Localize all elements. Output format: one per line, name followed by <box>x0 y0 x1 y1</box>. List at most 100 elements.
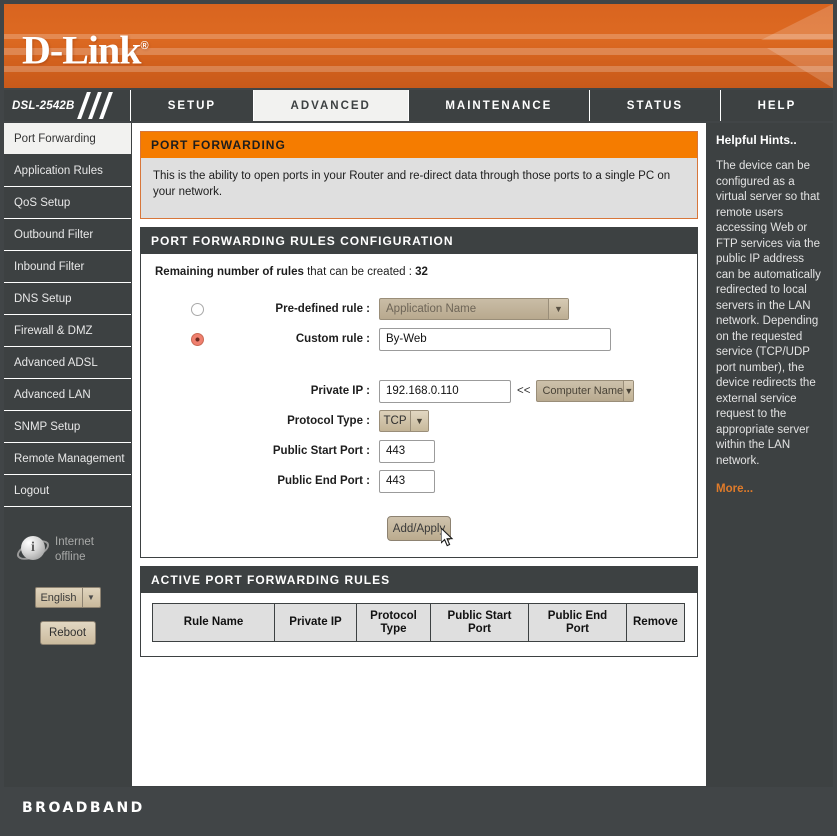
config-form: Remaining number of rules that can be cr… <box>141 254 697 557</box>
column-header-protocol-type: Protocol Type <box>356 603 431 642</box>
predefined-radio-cell <box>155 302 239 316</box>
sidebar-item-inbound-filter[interactable]: Inbound Filter <box>4 251 131 283</box>
banner-fan-graphic <box>633 4 833 88</box>
public-start-port-input[interactable]: 443 <box>379 439 435 463</box>
tab-status[interactable]: STATUS <box>590 90 721 121</box>
sidebar-item-label: Application Rules <box>14 164 103 177</box>
add-apply-button[interactable]: Add/Apply <box>387 516 451 541</box>
add-apply-button-label: Add/Apply <box>392 522 446 535</box>
banner-fan-lower <box>713 48 833 88</box>
active-rules-panel: ACTIVE PORT FORWARDING RULES Rule Name P… <box>140 566 698 657</box>
protocol-type-label: Protocol Type : <box>287 415 370 427</box>
sidebar-item-snmp-setup[interactable]: SNMP Setup <box>4 411 131 443</box>
ip-separator: << <box>517 385 531 397</box>
sidebar-item-label: DNS Setup <box>14 292 72 305</box>
sidebar-item-port-forwarding[interactable]: Port Forwarding <box>4 123 131 155</box>
table-header-row: Rule Name Private IP Protocol Type Publi… <box>152 603 685 642</box>
tab-status-label: STATUS <box>626 99 684 112</box>
tab-maintenance[interactable]: MAINTENANCE <box>408 90 591 121</box>
sidebar-item-advanced-lan[interactable]: Advanced LAN <box>4 379 131 411</box>
banner-fan-upper <box>713 4 833 40</box>
hints-body: The device can be configured as a virtua… <box>716 160 821 467</box>
sidebar-item-label: Inbound Filter <box>14 260 85 273</box>
model-number-label: DSL-2542B <box>12 99 75 112</box>
brand-banner: D-Link® <box>4 4 833 88</box>
tab-help-label: HELP <box>757 99 797 112</box>
tab-help[interactable]: HELP <box>720 90 833 121</box>
application-name-value: Application Name <box>386 303 477 315</box>
computer-name-value: Computer Name <box>542 385 624 397</box>
sidebar: Port Forwarding Application Rules QoS Se… <box>4 123 131 787</box>
sidebar-item-label: Logout <box>14 484 50 497</box>
public-end-port-input[interactable]: 443 <box>379 469 435 493</box>
chevron-down-icon: ▼ <box>410 411 428 431</box>
predefined-rule-radio[interactable] <box>190 302 204 316</box>
chevron-down-icon: ▼ <box>81 588 100 607</box>
chevron-down-icon: ▼ <box>623 381 634 401</box>
sidebar-item-label: Advanced LAN <box>14 388 91 401</box>
public-start-port-row: Public Start Port : 443 <box>155 436 683 466</box>
sidebar-item-label: Remote Management <box>14 452 125 465</box>
dlink-logo-text: D-Link <box>22 27 141 73</box>
computer-name-select[interactable]: Computer Name ▼ <box>536 380 635 402</box>
page-title: PORT FORWARDING <box>141 132 697 158</box>
rules-config-panel: PORT FORWARDING RULES CONFIGURATION Rema… <box>140 227 698 558</box>
sidebar-item-logout[interactable]: Logout <box>4 475 131 507</box>
sidebar-item-label: Port Forwarding <box>14 132 96 145</box>
custom-rule-radio[interactable] <box>190 332 204 346</box>
language-select[interactable]: English ▼ <box>34 587 101 608</box>
sidebar-item-label: Outbound Filter <box>14 228 94 241</box>
sidebar-item-outbound-filter[interactable]: Outbound Filter <box>4 219 131 251</box>
protocol-type-select[interactable]: TCP ▼ <box>379 410 429 432</box>
protocol-type-value: TCP <box>383 415 407 427</box>
trademark-symbol: ® <box>140 40 149 52</box>
globe-letter: i <box>31 540 35 555</box>
active-rules-table: Rule Name Private IP Protocol Type Publi… <box>152 603 685 642</box>
dlink-logo: D-Link® <box>22 24 149 73</box>
private-ip-row: Private IP : 192.168.0.110 << Computer N… <box>155 376 683 406</box>
sidebar-item-qos-setup[interactable]: QoS Setup <box>4 187 131 219</box>
tab-maintenance-label: MAINTENANCE <box>445 99 553 112</box>
remaining-rules-label: Remaining number of rules <box>155 266 304 278</box>
page-description: This is the ability to open ports in you… <box>141 158 697 218</box>
router-admin-page: D-Link® DSL-2542B SETUP ADVANCED MAINTEN… <box>0 0 837 836</box>
column-header-private-ip: Private IP <box>274 603 357 642</box>
internet-status-text: Internet offline <box>55 535 94 565</box>
custom-rule-label: Custom rule : <box>295 333 370 345</box>
footer-brand: BROADBAND <box>22 800 145 816</box>
column-header-remove: Remove <box>626 603 685 642</box>
sidebar-item-advanced-adsl[interactable]: Advanced ADSL <box>4 347 131 379</box>
tab-setup[interactable]: SETUP <box>131 90 254 121</box>
helpful-hints-panel: Helpful Hints.. The device can be config… <box>707 123 833 787</box>
application-name-select[interactable]: Application Name ▼ <box>379 298 569 320</box>
hints-title: Helpful Hints.. <box>716 133 797 147</box>
remaining-rules-count: 32 <box>415 266 428 278</box>
private-ip-input[interactable]: 192.168.0.110 <box>379 379 511 403</box>
sidebar-item-remote-management[interactable]: Remote Management <box>4 443 131 475</box>
tab-advanced-label: ADVANCED <box>290 99 371 112</box>
internet-status: i Internet offline <box>4 521 131 579</box>
main-content: PORT FORWARDING This is the ability to o… <box>131 123 707 787</box>
sidebar-item-firewall-dmz[interactable]: Firewall & DMZ <box>4 315 131 347</box>
hints-more-link[interactable]: More... <box>716 483 824 495</box>
config-section-title: PORT FORWARDING RULES CONFIGURATION <box>141 228 697 254</box>
sidebar-item-label: SNMP Setup <box>14 420 81 433</box>
column-header-rule-name: Rule Name <box>152 603 275 642</box>
tab-advanced[interactable]: ADVANCED <box>253 90 409 121</box>
column-header-public-start-port: Public Start Port <box>430 603 529 642</box>
private-ip-label: Private IP : <box>310 385 370 397</box>
column-header-public-end-port: Public End Port <box>528 603 627 642</box>
page-intro-panel: PORT FORWARDING This is the ability to o… <box>140 131 698 219</box>
internet-status-line2: offline <box>55 551 86 563</box>
custom-radio-cell <box>155 332 239 346</box>
custom-rule-input[interactable]: By-Web <box>379 327 611 351</box>
remaining-rules-text: Remaining number of rules that can be cr… <box>155 266 683 278</box>
globe-ball: i <box>21 536 45 560</box>
reboot-button[interactable]: Reboot <box>39 621 96 645</box>
language-select-value: English <box>40 591 77 604</box>
active-rules-body: Rule Name Private IP Protocol Type Publi… <box>141 593 697 656</box>
sidebar-item-dns-setup[interactable]: DNS Setup <box>4 283 131 315</box>
sidebar-item-application-rules[interactable]: Application Rules <box>4 155 131 187</box>
predefined-rule-label: Pre-defined rule : <box>275 303 370 315</box>
tab-setup-label: SETUP <box>167 99 217 112</box>
